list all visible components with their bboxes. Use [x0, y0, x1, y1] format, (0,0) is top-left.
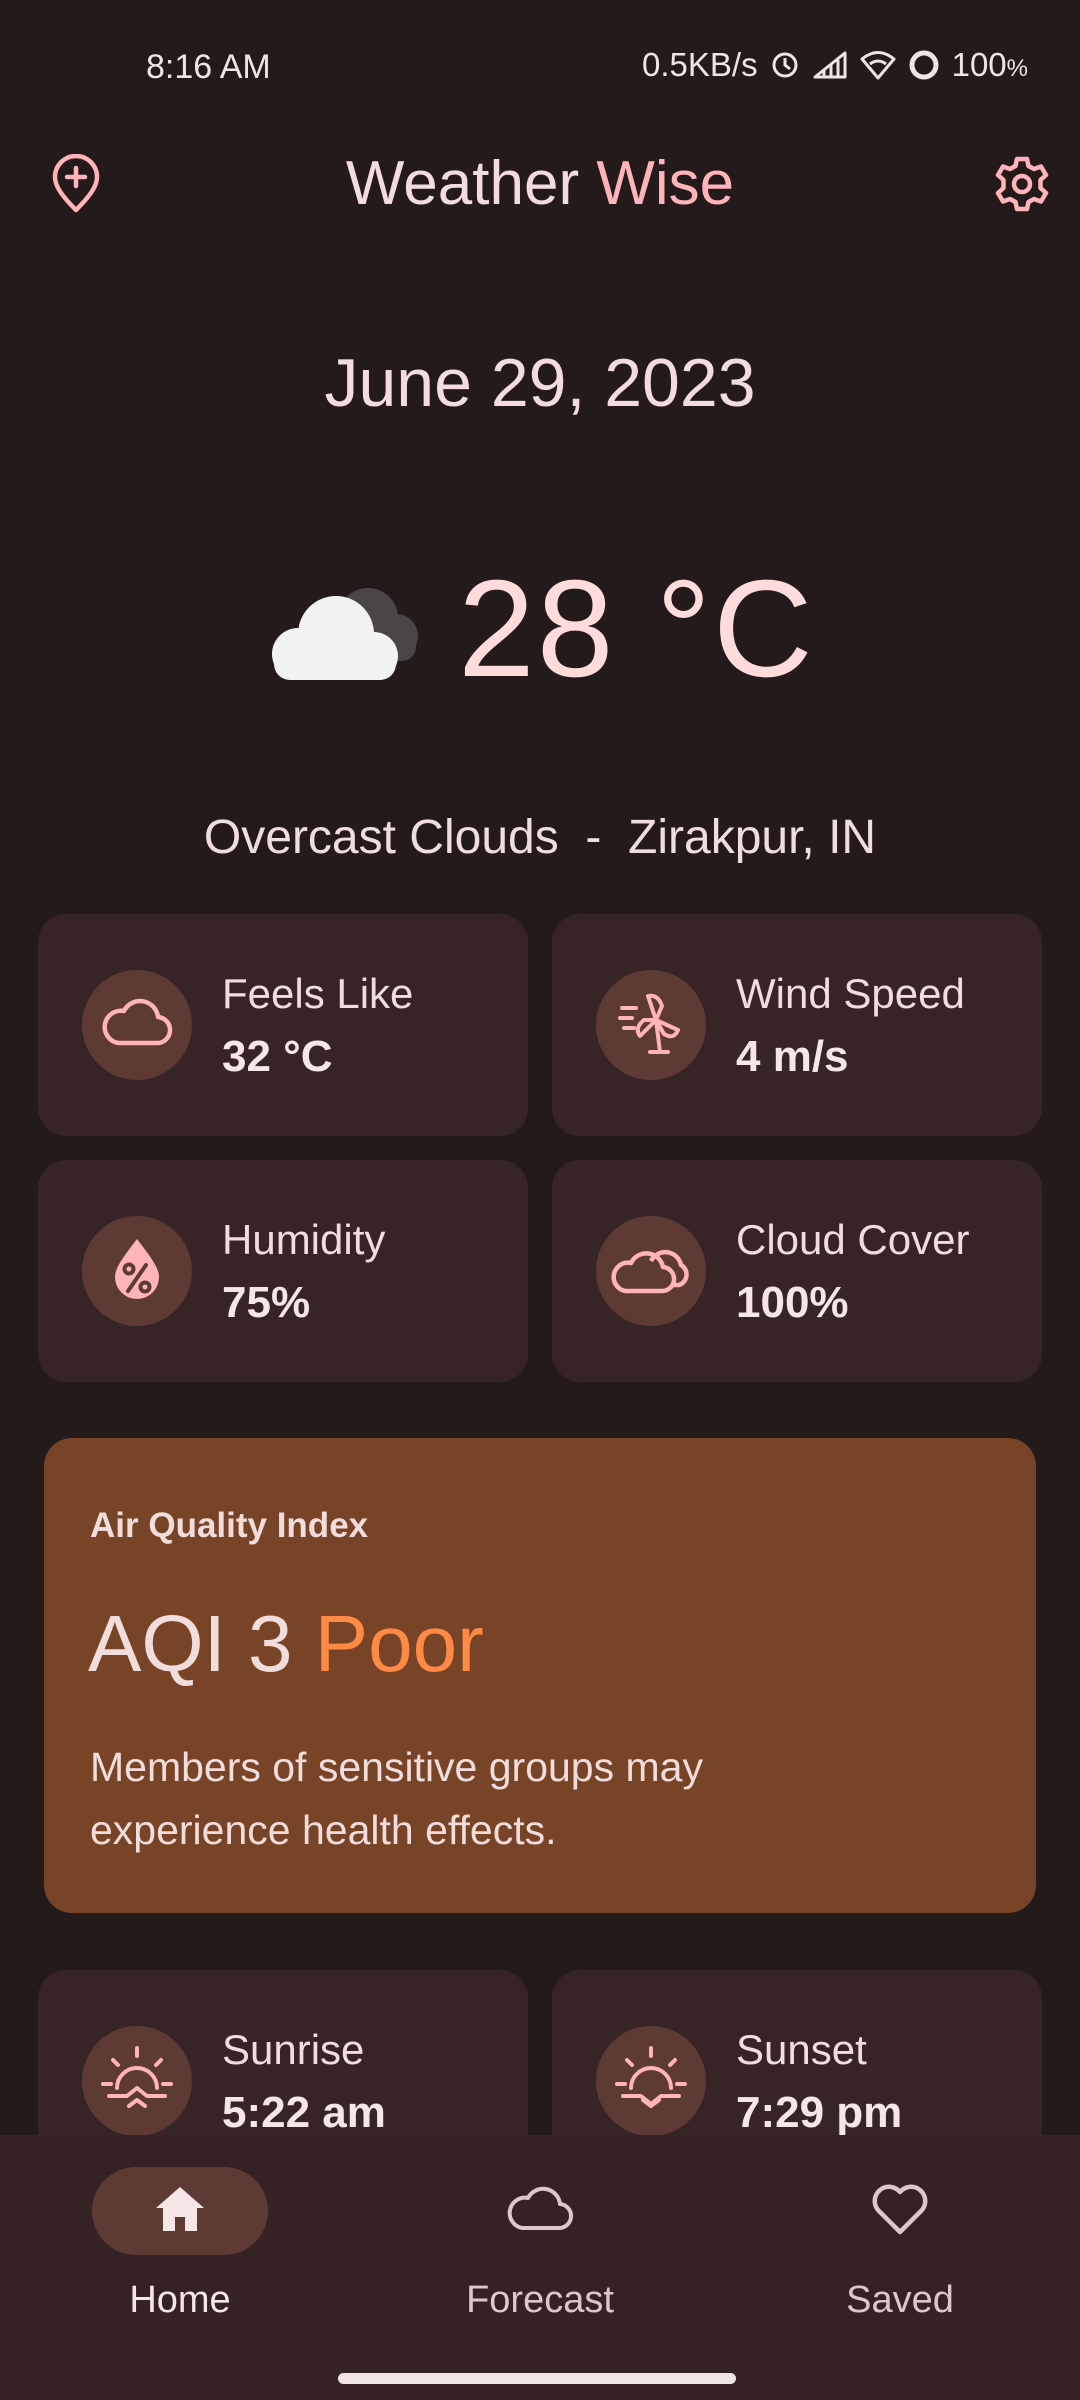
aqi-description: Members of sensitive groups may experien…: [90, 1744, 703, 1853]
nav-item-home[interactable]: Home: [30, 2167, 330, 2347]
aqi-level: Poor: [314, 1599, 484, 1688]
battery-level: 100%: [951, 46, 1028, 83]
stat-card-wind-speed: Wind Speed 4 m/s: [552, 914, 1042, 1136]
status-bar: 8:16 AM 0.5KB/s 100%: [0, 0, 1080, 140]
nav-label-home: Home: [129, 2279, 231, 2321]
nav-label-forecast: Forecast: [466, 2279, 614, 2321]
sunrise-icon: [99, 2044, 175, 2119]
settings-gear-icon: [992, 154, 1052, 219]
heart-icon: [870, 2182, 930, 2241]
status-icons: 0.5KB/s 100%: [642, 46, 1028, 84]
separator: -: [585, 811, 602, 864]
nav-pill-saved[interactable]: [812, 2167, 988, 2255]
aqi-index: AQI 3: [88, 1599, 293, 1688]
air-quality-card: Air Quality Index AQI 3 Poor Members of …: [44, 1438, 1036, 1913]
home-icon: [153, 2184, 207, 2239]
battery-icon: [908, 49, 940, 81]
nav-pill-home[interactable]: [92, 2167, 268, 2255]
weather-home-screen: 8:16 AM 0.5KB/s 100% Weather Wise June 2…: [0, 0, 1080, 2400]
stat-value: 32 °C: [222, 1032, 333, 1081]
app-title-accent: Wise: [596, 149, 735, 218]
location-text: Zirakpur, IN: [628, 811, 877, 864]
nav-item-saved[interactable]: Saved: [750, 2167, 1050, 2347]
settings-button[interactable]: [982, 146, 1062, 226]
nav-pill-forecast[interactable]: [452, 2167, 628, 2255]
condition-location: Overcast Clouds - Zirakpur, IN: [0, 810, 1080, 865]
status-time: 8:16 AM: [146, 48, 271, 86]
stat-label: Cloud Cover: [736, 1216, 970, 1263]
current-date: June 29, 2023: [324, 345, 756, 421]
current-weather: 28 °C: [0, 560, 1080, 720]
sun-label: Sunrise: [222, 2026, 365, 2073]
stat-label: Feels Like: [222, 970, 414, 1017]
cloud-outline-icon: [100, 997, 174, 1054]
stat-card-cloud-cover: Cloud Cover 100%: [552, 1160, 1042, 1382]
stat-value: 4 m/s: [736, 1032, 849, 1081]
cloud-icon: [256, 576, 426, 701]
nav-label-saved: Saved: [846, 2279, 954, 2321]
current-temperature: 28 °C: [458, 552, 815, 706]
stat-card-humidity: Humidity 75%: [38, 1160, 528, 1382]
condition-text: Overcast Clouds: [203, 811, 559, 864]
signal-icon: [812, 50, 848, 80]
gesture-home-indicator[interactable]: [338, 2373, 736, 2384]
sun-label: Sunset: [736, 2026, 867, 2073]
cloud-cover-icon: [611, 1241, 691, 1302]
stat-label: Humidity: [222, 1216, 386, 1263]
sun-value: 5:22 am: [222, 2088, 386, 2137]
network-speed: 0.5KB/s: [642, 46, 758, 83]
app-title-main: Weather: [345, 149, 580, 218]
cloud-outline-icon: [505, 2184, 575, 2239]
sunset-icon: [613, 2044, 689, 2119]
app-title: Weather Wise: [0, 148, 1080, 219]
stat-value: 100%: [736, 1278, 849, 1327]
bottom-navigation: Home Forecast Saved: [0, 2135, 1080, 2400]
stat-value: 75%: [222, 1278, 311, 1327]
aqi-value: AQI 3 Poor: [88, 1598, 484, 1690]
humidity-drop-icon: [111, 1237, 163, 1306]
nav-item-forecast[interactable]: Forecast: [390, 2167, 690, 2347]
wifi-icon: [860, 50, 896, 80]
sun-value: 7:29 pm: [736, 2088, 903, 2137]
stat-label: Wind Speed: [736, 970, 965, 1017]
data-saver-icon: [770, 50, 800, 80]
wind-turbine-icon: [618, 990, 684, 1061]
stat-card-feels-like: Feels Like 32 °C: [38, 914, 528, 1136]
app-header: Weather Wise: [0, 140, 1080, 240]
aqi-heading: Air Quality Index: [90, 1506, 369, 1545]
